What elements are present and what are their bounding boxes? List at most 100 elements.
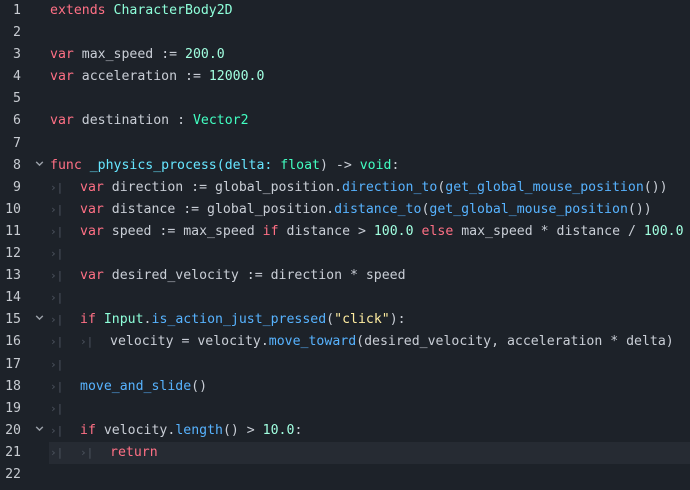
line-code[interactable]: ›| var distance := global_position.distan… xyxy=(50,202,652,217)
line-number: 7 xyxy=(13,135,21,151)
line-number: 8 xyxy=(13,157,21,173)
class-name: CharacterBody2D xyxy=(113,3,233,18)
type-name: void xyxy=(359,157,392,173)
string-literal: "click" xyxy=(334,312,390,328)
chevron-down-icon[interactable] xyxy=(34,423,45,437)
code-line[interactable]: 15 ›| if Input.is_action_just_pressed("cl… xyxy=(0,309,690,331)
line-number: 1 xyxy=(13,3,21,18)
number-literal: 100.0 xyxy=(643,223,684,239)
line-code[interactable]: var acceleration := 12000.0 xyxy=(50,69,264,84)
operator: := xyxy=(161,47,178,63)
number-literal: 10.0 xyxy=(262,422,295,438)
chevron-down-icon[interactable] xyxy=(34,312,45,326)
code-text: velocity = velocity. xyxy=(110,334,269,350)
code-line[interactable]: 10 ›| var distance := global_position.dis… xyxy=(0,199,690,221)
number-literal: 200.0 xyxy=(185,47,225,63)
line-number: 17 xyxy=(5,356,21,372)
code-line[interactable]: 1 extends CharacterBody2D xyxy=(0,0,690,22)
code-line[interactable]: 18 ›| move_and_slide() xyxy=(0,376,690,398)
line-number: 15 xyxy=(5,312,21,328)
code-line[interactable]: 6 var destination : Vector2 xyxy=(0,110,690,132)
line-code[interactable]: var max_speed := 200.0 xyxy=(50,47,225,62)
code-editor[interactable]: 1 extends CharacterBody2D 2 3 var max_sp… xyxy=(0,0,690,490)
number-literal: 100.0 xyxy=(373,223,414,239)
code-line[interactable]: 3 var max_speed := 200.0 xyxy=(0,44,690,66)
method-call: get_global_mouse_position xyxy=(445,179,644,195)
function-name: _physics_process(delta: xyxy=(89,157,273,173)
method-call: length xyxy=(175,422,223,438)
chevron-down-icon[interactable] xyxy=(34,158,45,172)
code-line[interactable]: 12 ›| xyxy=(0,243,690,265)
tab-marker-icon: ›| xyxy=(80,335,94,349)
line-code[interactable]: ›| var speed := max_speed if distance > 1… xyxy=(50,224,684,239)
code-text: () xyxy=(191,378,208,394)
method-call: get_global_mouse_position xyxy=(429,201,628,217)
line-code[interactable]: ›| ›| return xyxy=(50,445,158,460)
line-code[interactable]: ›| move_and_slide() xyxy=(50,379,207,394)
code-line[interactable]: 19 ›| xyxy=(0,398,690,420)
operator: : xyxy=(177,113,186,129)
keyword: return xyxy=(110,444,158,460)
tab-marker-icon: ›| xyxy=(50,313,64,327)
tab-marker-icon: ›| xyxy=(50,202,64,216)
line-code[interactable]: ›| xyxy=(50,401,80,416)
line-number: 3 xyxy=(13,47,21,63)
code-line[interactable]: 5 xyxy=(0,88,690,110)
code-text: ) -> xyxy=(320,157,352,173)
method-call: is_action_just_pressed xyxy=(151,312,327,328)
tab-marker-icon: ›| xyxy=(80,445,94,459)
line-code[interactable]: ›| var desired_velocity := direction * sp… xyxy=(50,268,406,283)
keyword: var xyxy=(80,179,104,195)
code-line[interactable]: 13 ›| var desired_velocity := direction *… xyxy=(0,265,690,287)
operator: := xyxy=(185,69,201,85)
current-code-line[interactable]: 21 ›| ›| return xyxy=(0,441,690,464)
code-line[interactable]: 16 ›| ›| velocity = velocity.move_toward(d… xyxy=(0,331,690,353)
type-name: Vector2 xyxy=(192,113,249,129)
line-number: 19 xyxy=(5,400,21,416)
line-number: 13 xyxy=(5,268,21,284)
tab-marker-icon: ›| xyxy=(50,291,64,305)
keyword: else xyxy=(421,223,454,239)
keyword: var xyxy=(80,268,104,284)
line-code[interactable]: ›| xyxy=(50,246,80,261)
keyword: if xyxy=(80,422,96,438)
keyword: var xyxy=(50,69,74,85)
line-code[interactable]: var destination : Vector2 xyxy=(50,113,249,128)
code-text: (desired_velocity, acceleration * delta) xyxy=(356,334,674,350)
method-call: move_and_slide xyxy=(80,378,192,394)
code-line[interactable]: 7 xyxy=(0,133,690,155)
line-code[interactable]: ›| xyxy=(50,357,80,372)
number-literal: 12000.0 xyxy=(208,69,265,85)
line-code[interactable]: ›| if velocity.length() > 10.0: xyxy=(50,423,302,438)
code-text: ()) xyxy=(643,179,668,195)
line-code[interactable]: ›| if Input.is_action_just_pressed("click… xyxy=(50,312,406,327)
code-line[interactable]: 9 ›| var direction := global_position.dir… xyxy=(0,177,690,199)
keyword: extends xyxy=(50,3,106,18)
keyword: var xyxy=(80,201,104,217)
code-line[interactable]: 4 var acceleration := 12000.0 xyxy=(0,66,690,88)
code-line[interactable]: 17 ›| xyxy=(0,354,690,376)
line-code[interactable]: ›| ›| velocity = velocity.move_toward(desi… xyxy=(50,334,674,349)
method-call: direction_to xyxy=(342,179,438,195)
identifier: max_speed xyxy=(81,47,154,63)
code-line[interactable]: 8 func _physics_process(delta: float) ->… xyxy=(0,155,690,177)
keyword: if xyxy=(80,312,96,328)
class-name: Input xyxy=(103,312,144,328)
code-line[interactable]: 22 xyxy=(0,464,690,486)
line-number: 22 xyxy=(5,466,21,482)
code-line[interactable]: 11 ›| var speed := max_speed if distance … xyxy=(0,221,690,243)
type-name: float xyxy=(280,157,320,173)
tab-marker-icon: ›| xyxy=(50,379,64,393)
line-code[interactable]: extends CharacterBody2D xyxy=(50,3,233,18)
code-line[interactable]: 20 ›| if velocity.length() > 10.0: xyxy=(0,420,690,442)
line-number: 4 xyxy=(13,69,21,85)
line-code[interactable]: ›| xyxy=(50,290,80,305)
identifier: acceleration xyxy=(81,69,178,85)
code-text: desired_velocity := direction * speed xyxy=(111,268,406,284)
tab-marker-icon: ›| xyxy=(50,423,64,437)
code-line[interactable]: 2 xyxy=(0,22,690,44)
line-code[interactable]: ›| var direction := global_position.direc… xyxy=(50,180,668,195)
code-text: velocity. xyxy=(103,422,176,438)
line-code[interactable]: func _physics_process(delta: float) -> v… xyxy=(50,158,399,173)
code-line[interactable]: 14 ›| xyxy=(0,287,690,309)
